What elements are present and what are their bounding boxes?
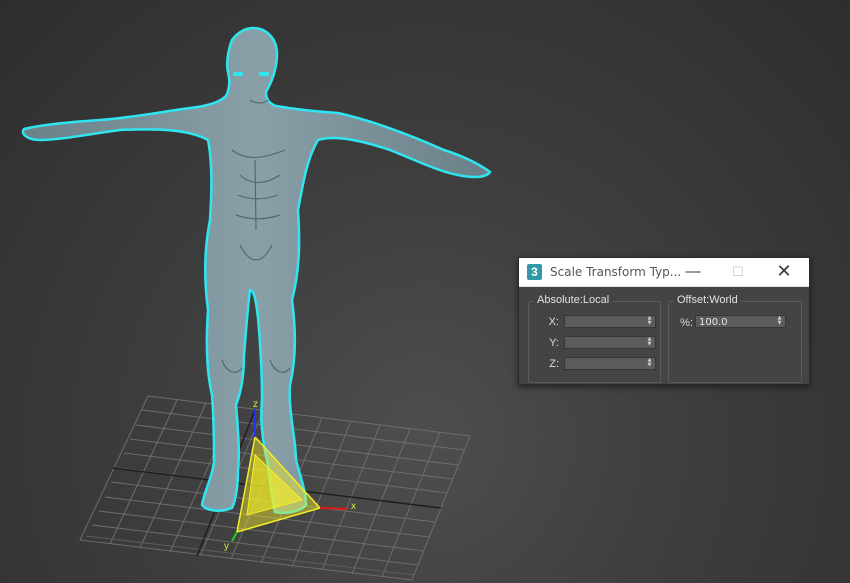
offset-percent-value[interactable]: 100.0: [699, 317, 728, 328]
x-field-label: X:: [548, 316, 559, 328]
spinner-arrows-icon[interactable]: ▲ ▼: [646, 337, 653, 348]
absolute-local-group: Absolute:Local X: ▲ ▼ Y: ▲ ▼ Z: ▲ ▼: [528, 294, 661, 383]
scale-transform-type-in-dialog[interactable]: 3 Scale Transform Typ... — ☐ ✕ Absolute:…: [518, 257, 810, 385]
minimize-icon: —: [685, 263, 701, 280]
spinner-arrows-icon[interactable]: ▲ ▼: [646, 316, 653, 327]
x-axis-handle[interactable]: [319, 507, 349, 510]
absolute-x-spinner[interactable]: ▲ ▼: [564, 315, 656, 328]
maximize-button[interactable]: ☐: [716, 258, 760, 286]
absolute-y-spinner[interactable]: ▲ ▼: [564, 336, 656, 349]
spinner-arrows-icon[interactable]: ▲ ▼: [776, 316, 783, 327]
offset-world-group: Offset:World %: 100.0 ▲ ▼: [668, 294, 802, 383]
3ds-max-app-icon: 3: [527, 264, 542, 280]
y-field-label: Y:: [549, 337, 559, 349]
z-field-label: Z:: [549, 358, 559, 370]
maximize-icon: ☐: [732, 264, 744, 279]
dialog-titlebar[interactable]: 3 Scale Transform Typ... — ☐ ✕: [519, 258, 809, 287]
close-button[interactable]: ✕: [762, 258, 806, 286]
y-axis-handle[interactable]: [231, 531, 238, 542]
percent-field-label: %:: [680, 317, 693, 329]
absolute-z-spinner[interactable]: ▲ ▼: [564, 357, 656, 370]
z-axis-label: z: [253, 399, 258, 410]
spinner-arrows-icon[interactable]: ▲ ▼: [646, 358, 653, 369]
absolute-local-label: Absolute:Local: [534, 294, 613, 306]
x-axis-label: x: [351, 501, 356, 512]
minimize-button[interactable]: —: [671, 258, 715, 286]
offset-world-label: Offset:World: [674, 294, 741, 306]
dialog-title: Scale Transform Typ...: [550, 265, 682, 279]
offset-percent-spinner[interactable]: 100.0 ▲ ▼: [695, 315, 786, 328]
close-icon: ✕: [776, 261, 792, 281]
y-axis-label: y: [224, 541, 229, 552]
